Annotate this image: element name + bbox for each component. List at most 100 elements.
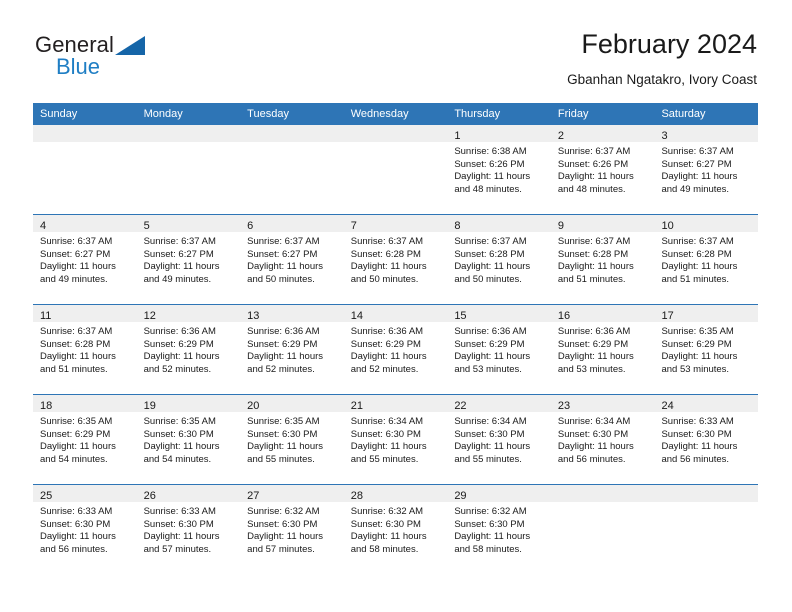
daylight-duration-line1: Daylight: 11 hours	[247, 261, 324, 273]
calendar-week-row: 11 Sunrise: 6:37 AM Sunset: 6:28 PM Dayligh…	[33, 304, 759, 394]
day-cell[interactable]: 7 Sunrise: 6:37 AM Sunset: 6:28 PM Daylight…	[343, 215, 448, 304]
day-cell[interactable]: 16 Sunrise: 6:36 AM Sunset: 6:29 PM Dayligh…	[550, 305, 655, 394]
day-number-band: 21	[343, 395, 448, 412]
day-cell-empty	[240, 125, 344, 214]
daylight-duration-line1: Daylight: 11 hours	[454, 351, 531, 363]
day-cell[interactable]: 4 Sunrise: 6:37 AM Sunset: 6:27 PM Daylight…	[33, 215, 137, 304]
day-cell[interactable]: 20 Sunrise: 6:35 AM Sunset: 6:30 PM Dayligh…	[240, 395, 344, 484]
sunrise-time: Sunrise: 6:37 AM	[247, 236, 320, 247]
daylight-duration-line2: and 58 minutes.	[350, 543, 419, 555]
day-cell[interactable]: 13 Sunrise: 6:36 AM Sunset: 6:29 PM Dayligh…	[240, 305, 344, 394]
day-number: 10	[661, 220, 674, 232]
day-cell[interactable]: 1 Sunrise: 6:38 AM Sunset: 6:26 PM Daylight…	[447, 125, 551, 214]
day-details: Sunrise: 6:37 AM Sunset: 6:26 PM Daylight:…	[551, 142, 655, 196]
sunset-time: Sunset: 6:29 PM	[350, 338, 421, 350]
sunrise-time: Sunrise: 6:37 AM	[454, 236, 527, 247]
daylight-duration-line2: and 50 minutes.	[454, 273, 522, 285]
daylight-duration-line2: and 56 minutes.	[557, 453, 626, 465]
day-number-band	[33, 125, 137, 142]
daylight-duration-line1: Daylight: 11 hours	[143, 531, 220, 543]
sunset-time: Sunset: 6:30 PM	[350, 428, 421, 440]
page-subtitle: Gbanhan Ngatakro, Ivory Coast	[567, 72, 757, 87]
general-blue-logo[interactable]: General Blue	[35, 33, 215, 93]
day-cell-empty	[654, 485, 759, 574]
day-number-band: 26	[136, 485, 241, 502]
sunset-time: Sunset: 6:30 PM	[40, 518, 111, 530]
day-cell-empty	[343, 125, 448, 214]
day-cell[interactable]: 5 Sunrise: 6:37 AM Sunset: 6:27 PM Daylight…	[136, 215, 241, 304]
day-number-band: 12	[136, 305, 241, 322]
daylight-duration-line2: and 52 minutes.	[143, 363, 212, 375]
day-cell[interactable]: 19 Sunrise: 6:35 AM Sunset: 6:30 PM Dayligh…	[136, 395, 241, 484]
day-cell[interactable]: 18 Sunrise: 6:35 AM Sunset: 6:29 PM Dayligh…	[33, 395, 137, 484]
day-cell[interactable]: 15 Sunrise: 6:36 AM Sunset: 6:29 PM Dayligh…	[447, 305, 551, 394]
daylight-duration-line1: Daylight: 11 hours	[40, 531, 116, 543]
sunset-time: Sunset: 6:30 PM	[454, 428, 525, 440]
day-cell[interactable]: 23 Sunrise: 6:34 AM Sunset: 6:30 PM Dayligh…	[550, 395, 655, 484]
calendar-week-row: 18 Sunrise: 6:35 AM Sunset: 6:29 PM Dayligh…	[33, 394, 759, 484]
daylight-duration-line2: and 57 minutes.	[143, 543, 212, 555]
day-cell[interactable]: 9 Sunrise: 6:37 AM Sunset: 6:28 PM Daylight…	[550, 215, 655, 304]
day-details: Sunrise: 6:32 AM Sunset: 6:30 PM Daylight:…	[240, 502, 344, 556]
day-cell-empty	[136, 125, 241, 214]
daylight-duration-line2: and 48 minutes.	[557, 183, 626, 195]
day-details: Sunrise: 6:34 AM Sunset: 6:30 PM Daylight:…	[551, 412, 655, 466]
calendar-page: General Blue February 2024 Gbanhan Ngata…	[0, 0, 792, 612]
day-details: Sunrise: 6:33 AM Sunset: 6:30 PM Daylight:…	[137, 502, 241, 556]
day-number-band: 20	[240, 395, 344, 412]
day-number-band: 2	[550, 125, 655, 142]
day-cell[interactable]: 14 Sunrise: 6:36 AM Sunset: 6:29 PM Dayligh…	[343, 305, 448, 394]
day-cell[interactable]: 27 Sunrise: 6:32 AM Sunset: 6:30 PM Dayligh…	[240, 485, 344, 574]
day-number: 18	[40, 400, 53, 412]
day-number-band: 25	[33, 485, 137, 502]
sunset-time: Sunset: 6:30 PM	[454, 518, 525, 530]
day-cell[interactable]: 3 Sunrise: 6:37 AM Sunset: 6:27 PM Daylight…	[654, 125, 759, 214]
day-cell[interactable]: 26 Sunrise: 6:33 AM Sunset: 6:30 PM Dayligh…	[136, 485, 241, 574]
day-number: 2	[557, 130, 565, 142]
day-cell[interactable]: 21 Sunrise: 6:34 AM Sunset: 6:30 PM Dayligh…	[343, 395, 448, 484]
day-number-band: 10	[654, 215, 759, 232]
day-cell[interactable]: 28 Sunrise: 6:32 AM Sunset: 6:30 PM Dayligh…	[343, 485, 448, 574]
sunrise-time: Sunrise: 6:32 AM	[350, 506, 424, 517]
daylight-duration-line2: and 56 minutes.	[661, 453, 730, 465]
sunrise-time: Sunrise: 6:35 AM	[143, 416, 216, 427]
daylight-duration-line2: and 49 minutes.	[143, 273, 212, 285]
daylight-duration-line2: and 51 minutes.	[557, 273, 626, 285]
day-details: Sunrise: 6:35 AM Sunset: 6:29 PM Daylight:…	[654, 322, 758, 376]
sunset-time: Sunset: 6:30 PM	[350, 518, 421, 530]
sunrise-time: Sunrise: 6:37 AM	[350, 236, 424, 247]
day-cell[interactable]: 17 Sunrise: 6:35 AM Sunset: 6:29 PM Dayligh…	[654, 305, 759, 394]
weekday-header-thursday: Thursday	[454, 108, 501, 120]
day-number: 23	[557, 400, 571, 412]
daylight-duration-line1: Daylight: 11 hours	[350, 261, 427, 273]
weekday-header-wednesday: Wednesday	[350, 108, 409, 120]
day-cell[interactable]: 6 Sunrise: 6:37 AM Sunset: 6:27 PM Daylight…	[240, 215, 344, 304]
day-number-band: 7	[343, 215, 448, 232]
day-cell[interactable]: 29 Sunrise: 6:32 AM Sunset: 6:30 PM Dayligh…	[447, 485, 551, 574]
day-number-band: 3	[654, 125, 759, 142]
sunrise-time: Sunrise: 6:34 AM	[350, 416, 424, 427]
day-cell[interactable]: 22 Sunrise: 6:34 AM Sunset: 6:30 PM Dayligh…	[447, 395, 551, 484]
day-details: Sunrise: 6:35 AM Sunset: 6:29 PM Daylight:…	[33, 412, 137, 466]
day-cell[interactable]: 2 Sunrise: 6:37 AM Sunset: 6:26 PM Daylight…	[550, 125, 655, 214]
sunset-time: Sunset: 6:28 PM	[661, 248, 732, 260]
day-number-band: 28	[343, 485, 448, 502]
day-cell[interactable]: 25 Sunrise: 6:33 AM Sunset: 6:30 PM Dayligh…	[33, 485, 137, 574]
daylight-duration-line1: Daylight: 11 hours	[661, 261, 738, 273]
day-cell[interactable]: 24 Sunrise: 6:33 AM Sunset: 6:30 PM Dayligh…	[654, 395, 759, 484]
day-number-band: 13	[240, 305, 344, 322]
sunset-time: Sunset: 6:28 PM	[454, 248, 525, 260]
day-number: 5	[143, 220, 150, 232]
day-cell[interactable]: 11 Sunrise: 6:37 AM Sunset: 6:28 PM Dayligh…	[33, 305, 137, 394]
day-number-band	[654, 485, 759, 502]
page-header: General Blue February 2024 Gbanhan Ngata…	[35, 28, 757, 96]
sunset-time: Sunset: 6:26 PM	[557, 158, 629, 170]
day-number-band: 5	[136, 215, 241, 232]
day-cell[interactable]: 8 Sunrise: 6:37 AM Sunset: 6:28 PM Daylight…	[447, 215, 551, 304]
sunrise-time: Sunrise: 6:38 AM	[454, 146, 527, 157]
day-number: 27	[247, 490, 260, 502]
day-cell[interactable]: 12 Sunrise: 6:36 AM Sunset: 6:29 PM Dayligh…	[136, 305, 241, 394]
day-cell[interactable]: 10 Sunrise: 6:37 AM Sunset: 6:28 PM Dayligh…	[654, 215, 759, 304]
day-number-band: 4	[33, 215, 137, 232]
day-cell-empty	[33, 125, 137, 214]
